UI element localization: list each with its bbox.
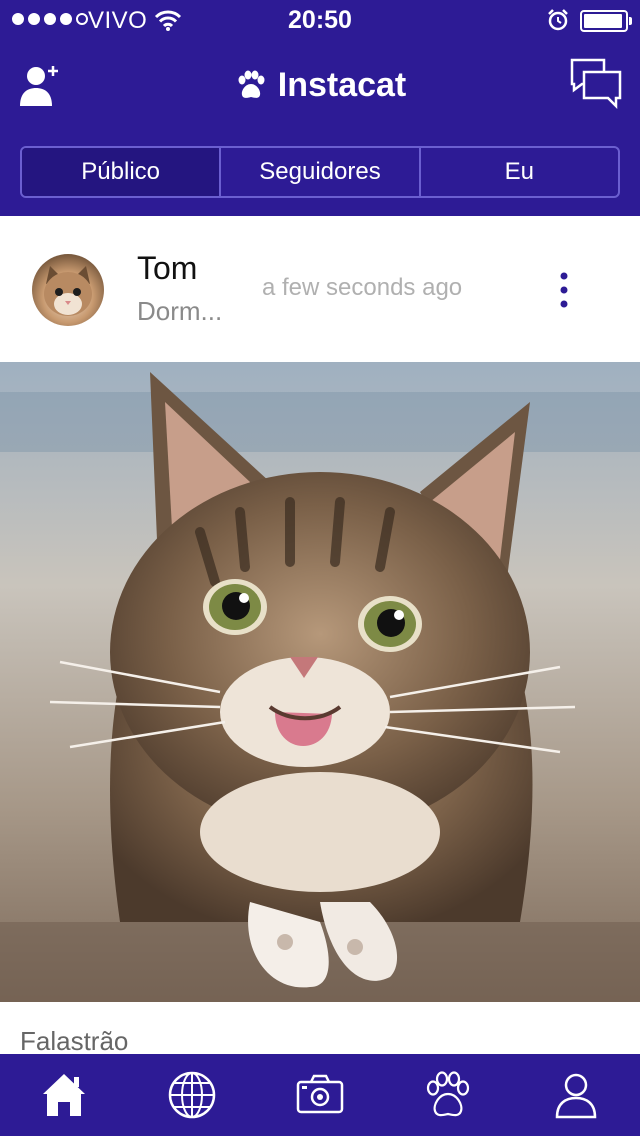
header: VIVO 20:50 Instacat Público Seguidores E…	[0, 0, 640, 216]
nav-bar: Instacat	[0, 40, 640, 136]
tab-home[interactable]	[0, 1054, 128, 1136]
feed-segmented-control: Público Seguidores Eu	[20, 146, 620, 198]
tab-camera[interactable]	[256, 1054, 384, 1136]
paw-icon	[426, 1071, 470, 1117]
more-vertical-icon[interactable]	[548, 270, 580, 310]
tab-seguidores[interactable]: Seguidores	[221, 148, 421, 196]
tab-profile[interactable]	[512, 1054, 640, 1136]
app-title: Instacat	[0, 66, 640, 105]
tab-eu[interactable]: Eu	[421, 148, 618, 196]
tab-publico[interactable]: Público	[22, 148, 222, 196]
avatar[interactable]	[32, 254, 104, 326]
post-caption: Falastrão	[20, 1026, 129, 1056]
paw-icon	[238, 70, 265, 98]
post-caption-area: Falastrão	[0, 1002, 640, 1056]
tab-paw[interactable]	[384, 1054, 512, 1136]
home-icon	[43, 1074, 85, 1116]
chat-bubbles-icon[interactable]	[568, 56, 624, 112]
camera-icon	[296, 1074, 344, 1114]
tab-explore[interactable]	[128, 1054, 256, 1136]
profile-icon	[555, 1073, 597, 1119]
status-bar: VIVO 20:50	[0, 0, 640, 40]
post-timestamp: a few seconds ago	[262, 274, 463, 301]
post-header: Tom Dorm... a few seconds ago	[0, 216, 640, 362]
bottom-tab-bar	[0, 1054, 640, 1136]
globe-icon	[168, 1071, 216, 1119]
alarm-clock-icon	[548, 9, 568, 31]
post-username[interactable]: Tom	[137, 250, 197, 287]
app-title-text: Instacat	[277, 66, 407, 104]
post-photo[interactable]	[0, 362, 640, 1002]
status-time: 20:50	[288, 6, 352, 34]
battery-icon	[580, 10, 632, 32]
post-caption-preview: Dorm...	[137, 296, 223, 326]
